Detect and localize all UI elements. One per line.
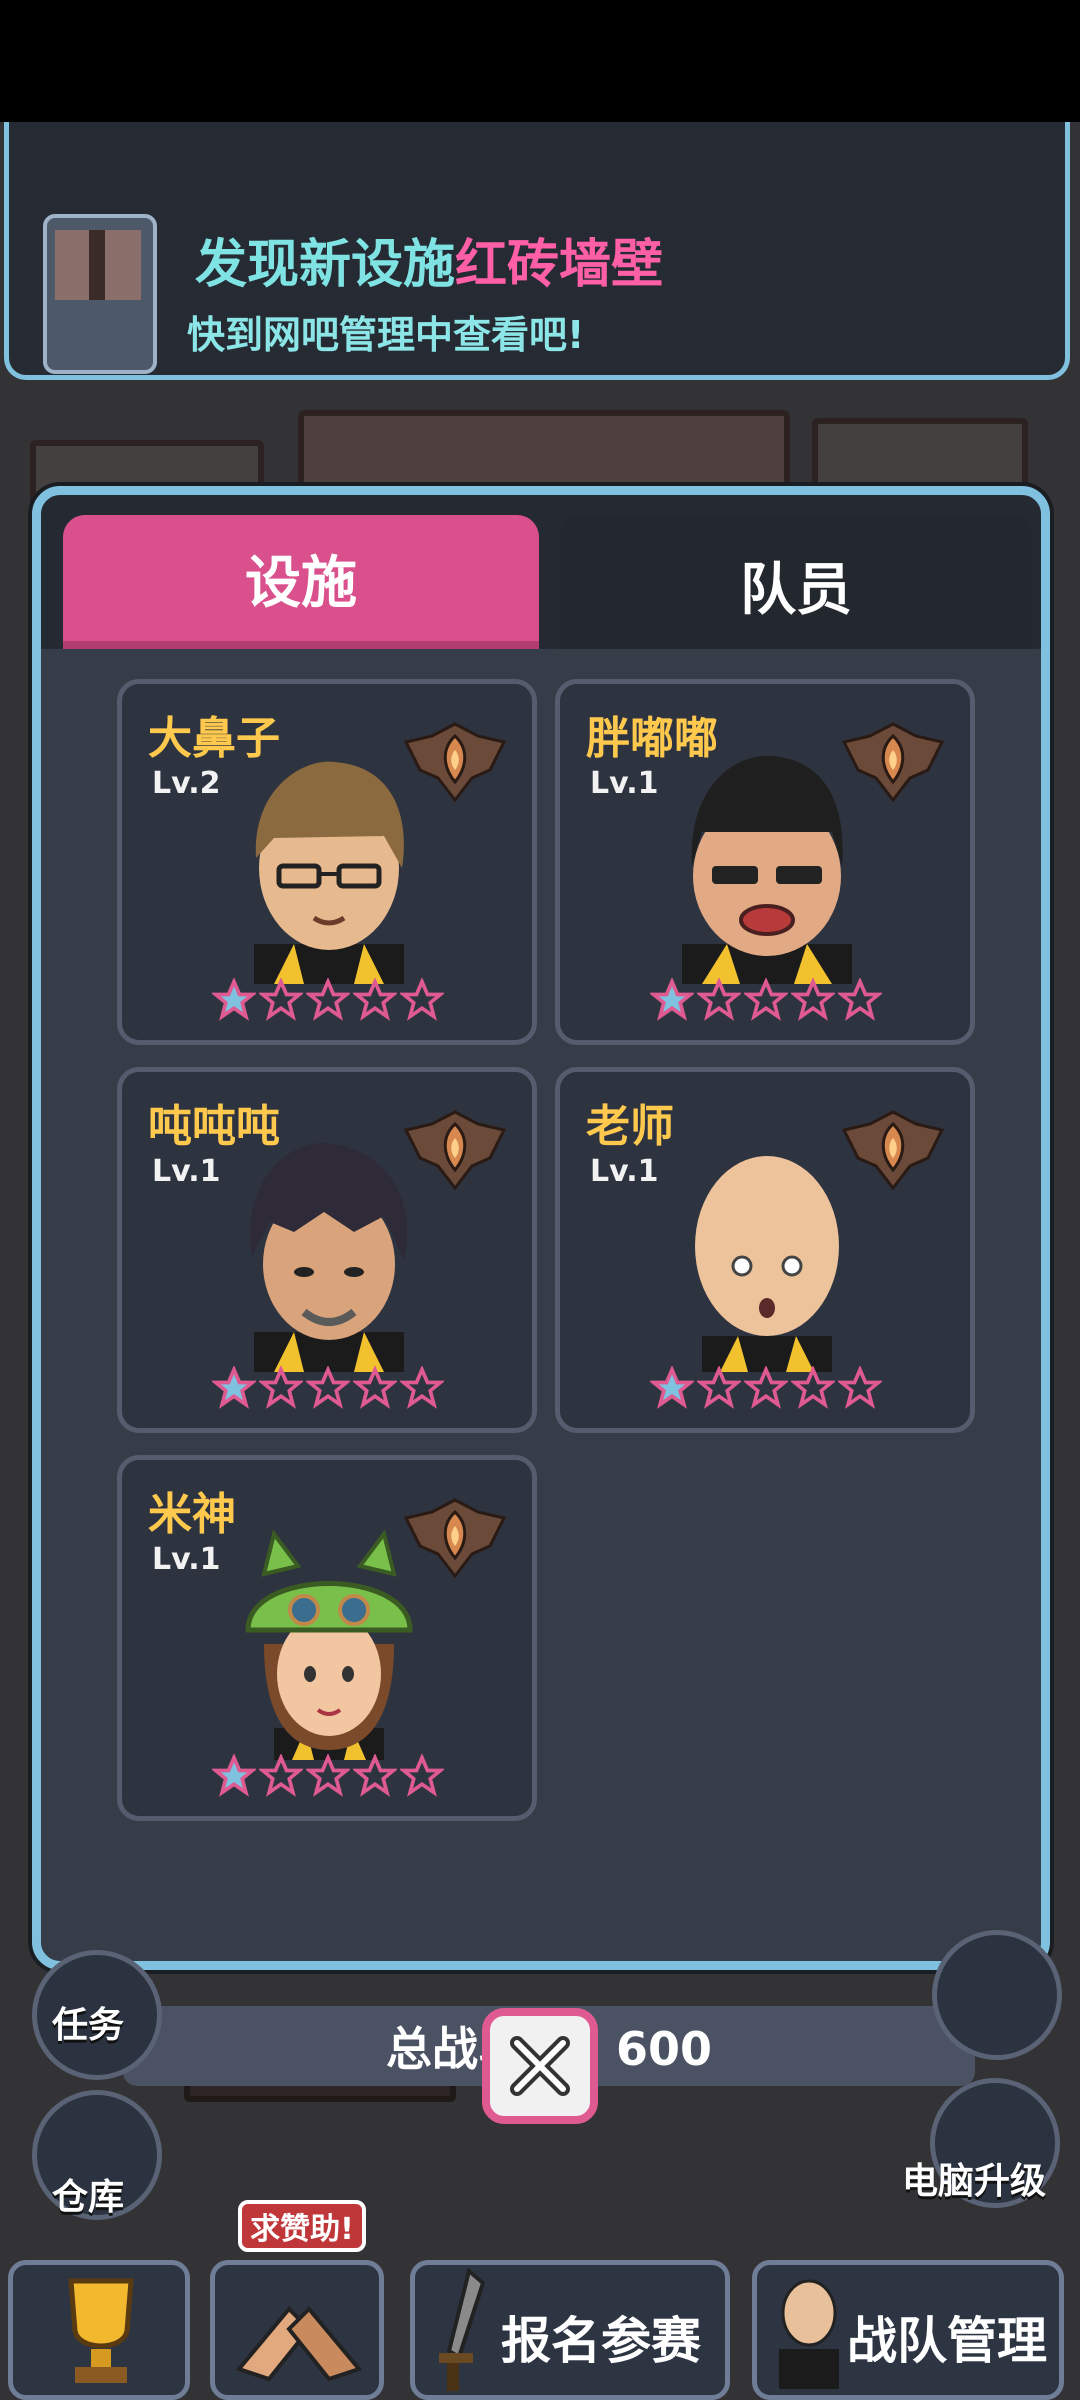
pc-upgrade-label: 电脑升级 <box>902 2161 1047 2202</box>
star-empty-icon <box>744 1366 788 1409</box>
star-filled-icon <box>212 978 256 1021</box>
star-rating <box>212 1754 452 1800</box>
star-empty-icon <box>259 1366 303 1409</box>
star-empty-icon <box>353 1366 397 1409</box>
player-icon <box>779 2279 839 2389</box>
tab-facilities[interactable]: 设施 <box>63 515 539 655</box>
member-card[interactable]: 胖嘟嘟 Lv.1 <box>555 679 975 1045</box>
team-manage-button[interactable]: 战队管理 <box>752 2260 1064 2400</box>
member-card[interactable]: 米神 Lv.1 <box>117 1455 537 1821</box>
sponsor-button[interactable] <box>210 2260 384 2400</box>
star-empty-icon <box>838 978 882 1021</box>
handshake-icon <box>235 2306 363 2382</box>
sponsor-badge: 求赞助! <box>238 2200 366 2252</box>
member-name: 米神 <box>148 1489 236 1540</box>
star-empty-icon <box>697 1366 741 1409</box>
star-empty-icon <box>791 1366 835 1409</box>
star-filled-icon <box>650 1366 694 1409</box>
banner-title: 发现新设施红砖墙壁 <box>195 235 664 295</box>
star-empty-icon <box>400 1366 444 1409</box>
star-rating <box>212 1366 452 1412</box>
tab-members[interactable]: 队员 <box>559 515 1033 655</box>
close-button[interactable] <box>482 2008 598 2124</box>
avatar <box>250 1142 408 1372</box>
close-icon <box>510 2036 570 2096</box>
tasks-label: 任务 <box>52 2005 125 2046</box>
avatar <box>682 756 852 984</box>
star-empty-icon <box>697 978 741 1021</box>
star-empty-icon <box>838 1366 882 1409</box>
new-facility-banner[interactable]: 发现新设施红砖墙壁 快到网吧管理中查看吧! <box>4 122 1070 380</box>
status-bar <box>0 0 1080 122</box>
star-rating <box>212 978 452 1024</box>
member-card[interactable]: 大鼻子 Lv.2 <box>117 679 537 1045</box>
register-label: 报名参赛 <box>501 2312 701 2370</box>
star-empty-icon <box>259 978 303 1021</box>
star-empty-icon <box>400 1754 444 1797</box>
banner-title-highlight: 红砖墙壁 <box>455 235 664 295</box>
team-manage-label: 战队管理 <box>847 2312 1047 2370</box>
avatar <box>254 761 404 984</box>
star-empty-icon <box>353 1754 397 1797</box>
avatar <box>245 1529 413 1760</box>
sword-icon <box>439 2267 486 2391</box>
trophy-button[interactable] <box>8 2260 190 2400</box>
star-filled-icon <box>212 1754 256 1797</box>
star-empty-icon <box>400 978 444 1021</box>
facility-thumbnail <box>43 214 157 374</box>
avatar <box>695 1156 839 1372</box>
star-empty-icon <box>306 1754 350 1797</box>
member-name: 老师 <box>586 1101 674 1152</box>
star-empty-icon <box>791 978 835 1021</box>
money-icon[interactable] <box>932 1930 1062 2060</box>
banner-subtitle: 快到网吧管理中查看吧! <box>187 313 585 357</box>
members-grid: 大鼻子 Lv.2 胖嘟嘟 Lv.1 吨吨吨 Lv.1 老师 Lv.1 米神 Lv… <box>41 649 1041 2086</box>
star-filled-icon <box>650 978 694 1021</box>
star-empty-icon <box>353 978 397 1021</box>
star-rating <box>650 978 890 1024</box>
star-filled-icon <box>212 1366 256 1409</box>
member-level: Lv.2 <box>152 766 221 801</box>
member-level: Lv.1 <box>152 1154 221 1189</box>
star-rating <box>650 1366 890 1412</box>
star-empty-icon <box>744 978 788 1021</box>
star-empty-icon <box>306 978 350 1021</box>
member-level: Lv.1 <box>590 766 659 801</box>
member-card[interactable]: 老师 Lv.1 <box>555 1067 975 1433</box>
member-level: Lv.1 <box>590 1154 659 1189</box>
member-level: Lv.1 <box>152 1542 221 1577</box>
team-panel: 设施 队员 大鼻子 Lv.2 胖嘟嘟 Lv.1 吨吨吨 Lv.1 老师 Lv.1… <box>32 486 1050 2086</box>
register-button[interactable]: 报名参赛 <box>410 2260 730 2400</box>
warehouse-label: 仓库 <box>52 2177 125 2218</box>
star-empty-icon <box>306 1366 350 1409</box>
trophy-icon <box>68 2278 134 2383</box>
member-card[interactable]: 吨吨吨 Lv.1 <box>117 1067 537 1433</box>
star-empty-icon <box>259 1754 303 1797</box>
